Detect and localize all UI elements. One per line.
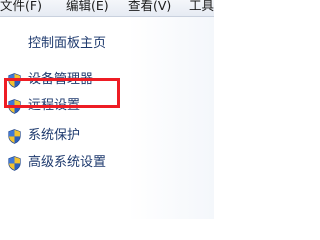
menu-file[interactable]: 文件(F) — [0, 0, 42, 14]
task-advanced-system-settings[interactable]: 高级系统设置 — [8, 153, 106, 173]
menu-edit[interactable]: 编辑(E) — [66, 0, 109, 14]
uac-shield-icon — [8, 155, 21, 171]
task-pane: 控制面板主页 设备管理器 远程设置 系统保护 高级系统设置 — [0, 17, 214, 219]
menu-bar: 文件(F) 编辑(E) 查看(V) 工具 — [0, 0, 214, 17]
highlight-annotation-box — [4, 78, 120, 108]
control-panel-window: 文件(F) 编辑(E) 查看(V) 工具 控制面板主页 设备管理器 远程设置 系… — [0, 0, 214, 219]
task-label: 系统保护 — [28, 128, 81, 143]
menu-tools[interactable]: 工具 — [189, 0, 214, 14]
control-panel-home-link[interactable]: 控制面板主页 — [28, 35, 106, 53]
uac-shield-icon — [8, 128, 21, 144]
task-label: 高级系统设置 — [28, 155, 107, 170]
menu-view[interactable]: 查看(V) — [128, 0, 171, 14]
task-system-protection[interactable]: 系统保护 — [8, 126, 80, 146]
